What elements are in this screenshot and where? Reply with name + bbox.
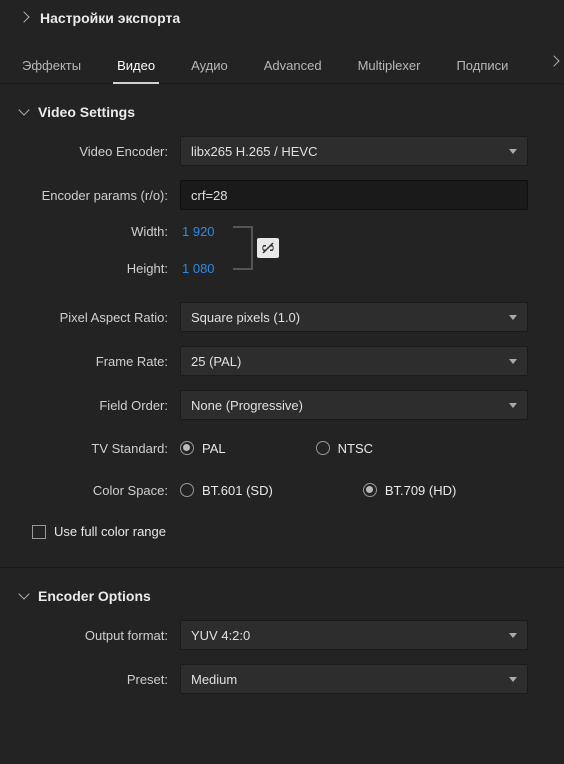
- output-format-label: Output format:: [20, 628, 180, 643]
- aspect-link-bracket: [233, 226, 253, 270]
- preset-label: Preset:: [20, 672, 180, 687]
- chevron-down-icon: [509, 359, 517, 364]
- radio-icon: [316, 441, 330, 455]
- chevron-down-icon: [509, 403, 517, 408]
- field-order-label: Field Order:: [20, 398, 180, 413]
- checkbox-icon: [32, 525, 46, 539]
- tabs-scroll-right-icon[interactable]: [548, 55, 559, 66]
- output-format-dropdown[interactable]: YUV 4:2:0: [180, 620, 528, 650]
- framerate-label: Frame Rate:: [20, 354, 180, 369]
- chevron-down-icon: [509, 149, 517, 154]
- video-encoder-label: Video Encoder:: [20, 144, 180, 159]
- tab-audio[interactable]: Аудио: [173, 50, 246, 83]
- radio-icon: [180, 483, 194, 497]
- color-space-bt709-radio[interactable]: BT.709 (HD): [363, 483, 457, 498]
- width-value[interactable]: 1 920: [180, 224, 215, 239]
- color-space-label: Color Space:: [20, 483, 180, 498]
- height-value[interactable]: 1 080: [180, 261, 215, 276]
- framerate-dropdown[interactable]: 25 (PAL): [180, 346, 528, 376]
- full-color-range-checkbox[interactable]: Use full color range: [20, 518, 544, 555]
- export-settings-header[interactable]: Настройки экспорта: [0, 0, 564, 38]
- tab-advanced[interactable]: Advanced: [246, 50, 340, 83]
- tab-multiplexer[interactable]: Multiplexer: [340, 50, 439, 83]
- chevron-down-icon: [509, 315, 517, 320]
- encoder-params-input[interactable]: [180, 180, 528, 210]
- page-title: Настройки экспорта: [40, 10, 180, 26]
- encoder-options-section: Encoder Options Output format: YUV 4:2:0…: [0, 568, 564, 716]
- unlink-icon: [260, 241, 276, 255]
- tab-video[interactable]: Видео: [99, 50, 173, 83]
- video-settings-title: Video Settings: [38, 104, 135, 120]
- video-encoder-dropdown[interactable]: libx265 H.265 / HEVC: [180, 136, 528, 166]
- encoder-options-title: Encoder Options: [38, 588, 151, 604]
- tv-standard-pal-radio[interactable]: PAL: [180, 441, 226, 456]
- aspect-link-toggle[interactable]: [257, 238, 279, 258]
- video-settings-header[interactable]: Video Settings: [20, 104, 544, 120]
- color-space-bt601-radio[interactable]: BT.601 (SD): [180, 483, 273, 498]
- tv-standard-label: TV Standard:: [20, 441, 180, 456]
- field-order-dropdown[interactable]: None (Progressive): [180, 390, 528, 420]
- par-label: Pixel Aspect Ratio:: [20, 310, 180, 325]
- radio-icon: [180, 441, 194, 455]
- chevron-down-icon: [509, 677, 517, 682]
- tv-standard-ntsc-radio[interactable]: NTSC: [316, 441, 373, 456]
- video-settings-section: Video Settings Video Encoder: libx265 H.…: [0, 84, 564, 563]
- chevron-down-icon: [18, 104, 29, 115]
- radio-icon: [363, 483, 377, 497]
- tab-effects[interactable]: Эффекты: [4, 50, 99, 83]
- chevron-down-icon: [509, 633, 517, 638]
- par-dropdown[interactable]: Square pixels (1.0): [180, 302, 528, 332]
- chevron-right-icon: [18, 11, 29, 22]
- tab-captions[interactable]: Подписи: [438, 50, 526, 83]
- tabs-bar: Эффекты Видео Аудио Advanced Multiplexer…: [0, 38, 564, 84]
- encoder-options-header[interactable]: Encoder Options: [20, 588, 544, 604]
- chevron-down-icon: [18, 588, 29, 599]
- preset-dropdown[interactable]: Medium: [180, 664, 528, 694]
- height-label: Height:: [20, 261, 180, 276]
- encoder-params-label: Encoder params (r/o):: [20, 188, 180, 203]
- width-label: Width:: [20, 224, 180, 239]
